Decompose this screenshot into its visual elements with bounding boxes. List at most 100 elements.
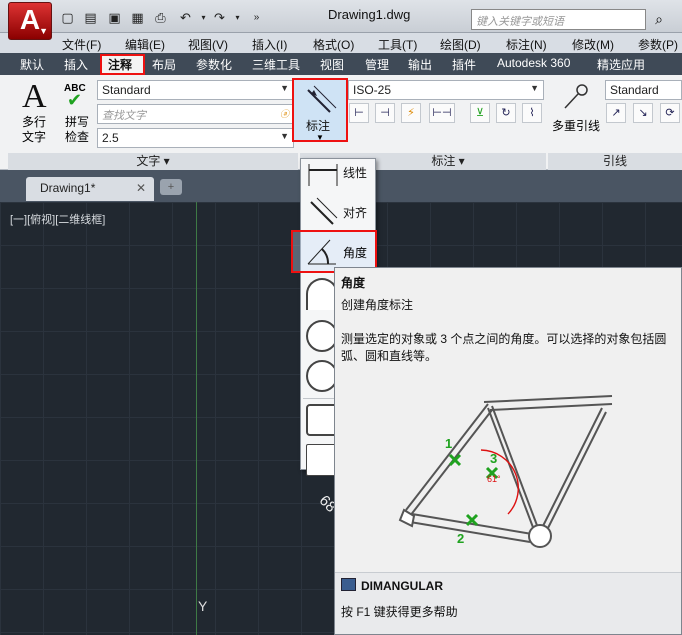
- find-icon[interactable]: ⓐ: [280, 107, 289, 120]
- tooltip-command: DIMANGULAR: [361, 579, 443, 593]
- menu-modify[interactable]: 修改(M): [572, 36, 614, 53]
- menu-dimension[interactable]: 标注(N): [506, 36, 547, 53]
- chevron-down-icon: ▼: [280, 131, 289, 141]
- baseline-icon[interactable]: ⊣: [375, 103, 395, 123]
- y-axis-label: Y: [198, 598, 208, 614]
- align-leaders-icon[interactable]: ⟳: [660, 103, 680, 123]
- tab-3d-tools[interactable]: 三维工具: [252, 56, 300, 73]
- undo-icon[interactable]: ↶: [177, 9, 194, 26]
- chevron-down-icon: ▼: [530, 83, 539, 93]
- jogged-linear-icon[interactable]: ⌇: [522, 103, 542, 123]
- save-as-icon[interactable]: ▦: [129, 9, 146, 26]
- binoculars-icon[interactable]: ⌕: [648, 9, 670, 30]
- document-tab-title: Drawing1*: [40, 181, 96, 195]
- quick-dimension-icon[interactable]: ⊢: [349, 103, 369, 123]
- undo-dropdown-icon[interactable]: ▾: [195, 9, 212, 26]
- diagram-angle-label: 61°: [487, 474, 501, 484]
- more-commands-icon[interactable]: »: [248, 9, 265, 26]
- save-icon[interactable]: ▣: [106, 9, 123, 26]
- tab-plugins[interactable]: 插件: [452, 56, 476, 73]
- find-text-input[interactable]: 查找文字 ⓐ: [97, 104, 294, 124]
- command-icon: [341, 578, 356, 591]
- menu-edit[interactable]: 编辑(E): [125, 36, 165, 53]
- tab-default[interactable]: 默认: [20, 56, 44, 73]
- tab-view[interactable]: 视图: [320, 56, 344, 73]
- new-file-icon[interactable]: ▢: [59, 9, 76, 26]
- diagram-label-1: 1: [445, 436, 453, 451]
- tab-insert[interactable]: 插入: [64, 56, 88, 73]
- angular-dimension-icon: [307, 239, 336, 265]
- leader-panel-title-label: 引线: [602, 154, 627, 168]
- print-icon[interactable]: ⎙: [152, 9, 169, 26]
- tab-parametric[interactable]: 参数化: [196, 56, 232, 73]
- application-menu-button[interactable]: A ▼: [8, 2, 52, 40]
- text-height-value: 2.5: [102, 131, 119, 145]
- tab-output[interactable]: 输出: [408, 56, 432, 73]
- adjust-space-icon[interactable]: ⊻: [470, 103, 490, 123]
- dim-style-value: ISO-25: [353, 83, 392, 97]
- dropdown-item-linear[interactable]: 线性: [301, 152, 375, 190]
- angular-label: 角度: [343, 246, 368, 260]
- dimension-panel-title-label: 标注: [431, 154, 456, 168]
- redo-dropdown-icon[interactable]: ▾: [229, 9, 246, 26]
- document-title: Drawing1.dwg: [328, 7, 411, 22]
- linear-dimension-icon: [308, 164, 338, 186]
- new-tab-button[interactable]: +: [160, 179, 182, 195]
- dimension-button-label: 标注: [306, 119, 331, 133]
- tab-featured-apps[interactable]: 精选应用: [597, 56, 645, 73]
- multileader-icon[interactable]: [560, 82, 590, 112]
- dimension-button[interactable]: 标注 ▼: [292, 78, 348, 142]
- linear-label: 线性: [343, 166, 368, 180]
- multileader-button[interactable]: 多重引线: [552, 117, 600, 134]
- text-panel-title-label: 文字: [136, 154, 161, 168]
- tab-manage[interactable]: 管理: [365, 56, 389, 73]
- viewport-label[interactable]: [一][俯视][二维线框]: [10, 211, 105, 227]
- y-axis-line: [196, 202, 197, 635]
- text-panel-title[interactable]: 文字 ▾: [8, 153, 298, 170]
- tab-annotate[interactable]: 注释: [108, 56, 132, 73]
- app-menu-arrow-icon: ▼: [39, 26, 48, 36]
- dropdown-item-aligned[interactable]: 对齐: [301, 192, 375, 230]
- aligned-dimension-icon: [307, 85, 337, 113]
- menu-file[interactable]: 文件(F): [62, 36, 101, 53]
- leader-style-select[interactable]: Standard: [605, 80, 682, 100]
- add-leader-icon[interactable]: ↗: [606, 103, 626, 123]
- diagram-label-3: 3: [490, 451, 498, 466]
- check-mark-icon: ✔: [67, 90, 83, 110]
- find-text-placeholder: 查找文字: [102, 110, 146, 122]
- menu-view[interactable]: 视图(V): [188, 36, 228, 53]
- multiline-text-button[interactable]: 多行 文字: [22, 115, 46, 145]
- text-style-value: Standard: [102, 83, 151, 97]
- chevron-down-icon: ▼: [316, 133, 324, 142]
- aligned-label: 对齐: [343, 206, 368, 220]
- close-icon[interactable]: ✕: [136, 181, 146, 195]
- tooltip-help: 按 F1 键获得更多帮助: [341, 605, 458, 619]
- tab-layout[interactable]: 布局: [152, 56, 176, 73]
- dim-break-icon[interactable]: ⚡: [401, 103, 421, 123]
- text-style-select[interactable]: Standard ▼: [97, 80, 294, 100]
- tooltip-description: 测量选定的对象或 3 个点之间的角度。可以选择的对象包括圆弧、圆和直线等。: [341, 332, 667, 363]
- multiline-text-icon[interactable]: A: [22, 78, 47, 116]
- tooltip-title: 角度: [341, 276, 366, 290]
- tooltip-diagram: [398, 395, 613, 548]
- diagram-label-2: 2: [457, 531, 465, 546]
- document-tab[interactable]: Drawing1* ✕: [26, 177, 154, 201]
- search-input[interactable]: 键入关键字或短语: [471, 9, 646, 30]
- open-folder-icon[interactable]: ▤: [82, 9, 99, 26]
- tab-autodesk-360[interactable]: Autodesk 360: [497, 56, 570, 70]
- redo-icon[interactable]: ↷: [211, 9, 228, 26]
- continue-dimension-icon[interactable]: ⊢⊣: [429, 103, 455, 123]
- dim-update-icon[interactable]: ↻: [496, 103, 516, 123]
- menu-tools[interactable]: 工具(T): [378, 36, 417, 53]
- remove-leader-icon[interactable]: ↘: [633, 103, 653, 123]
- text-height-select[interactable]: 2.5 ▼: [97, 128, 294, 148]
- leader-panel-title[interactable]: 引线: [548, 153, 682, 170]
- chevron-down-icon: ▼: [280, 83, 289, 93]
- menu-draw[interactable]: 绘图(D): [440, 36, 481, 53]
- tooltip-subtitle: 创建角度标注: [341, 298, 414, 312]
- spell-check-button[interactable]: 拼写 检查: [65, 115, 89, 145]
- menu-format[interactable]: 格式(O): [313, 36, 354, 53]
- menu-insert[interactable]: 插入(I): [252, 36, 287, 53]
- dim-style-select[interactable]: ISO-25 ▼: [348, 80, 544, 100]
- menu-parametric[interactable]: 参数(P): [638, 36, 678, 53]
